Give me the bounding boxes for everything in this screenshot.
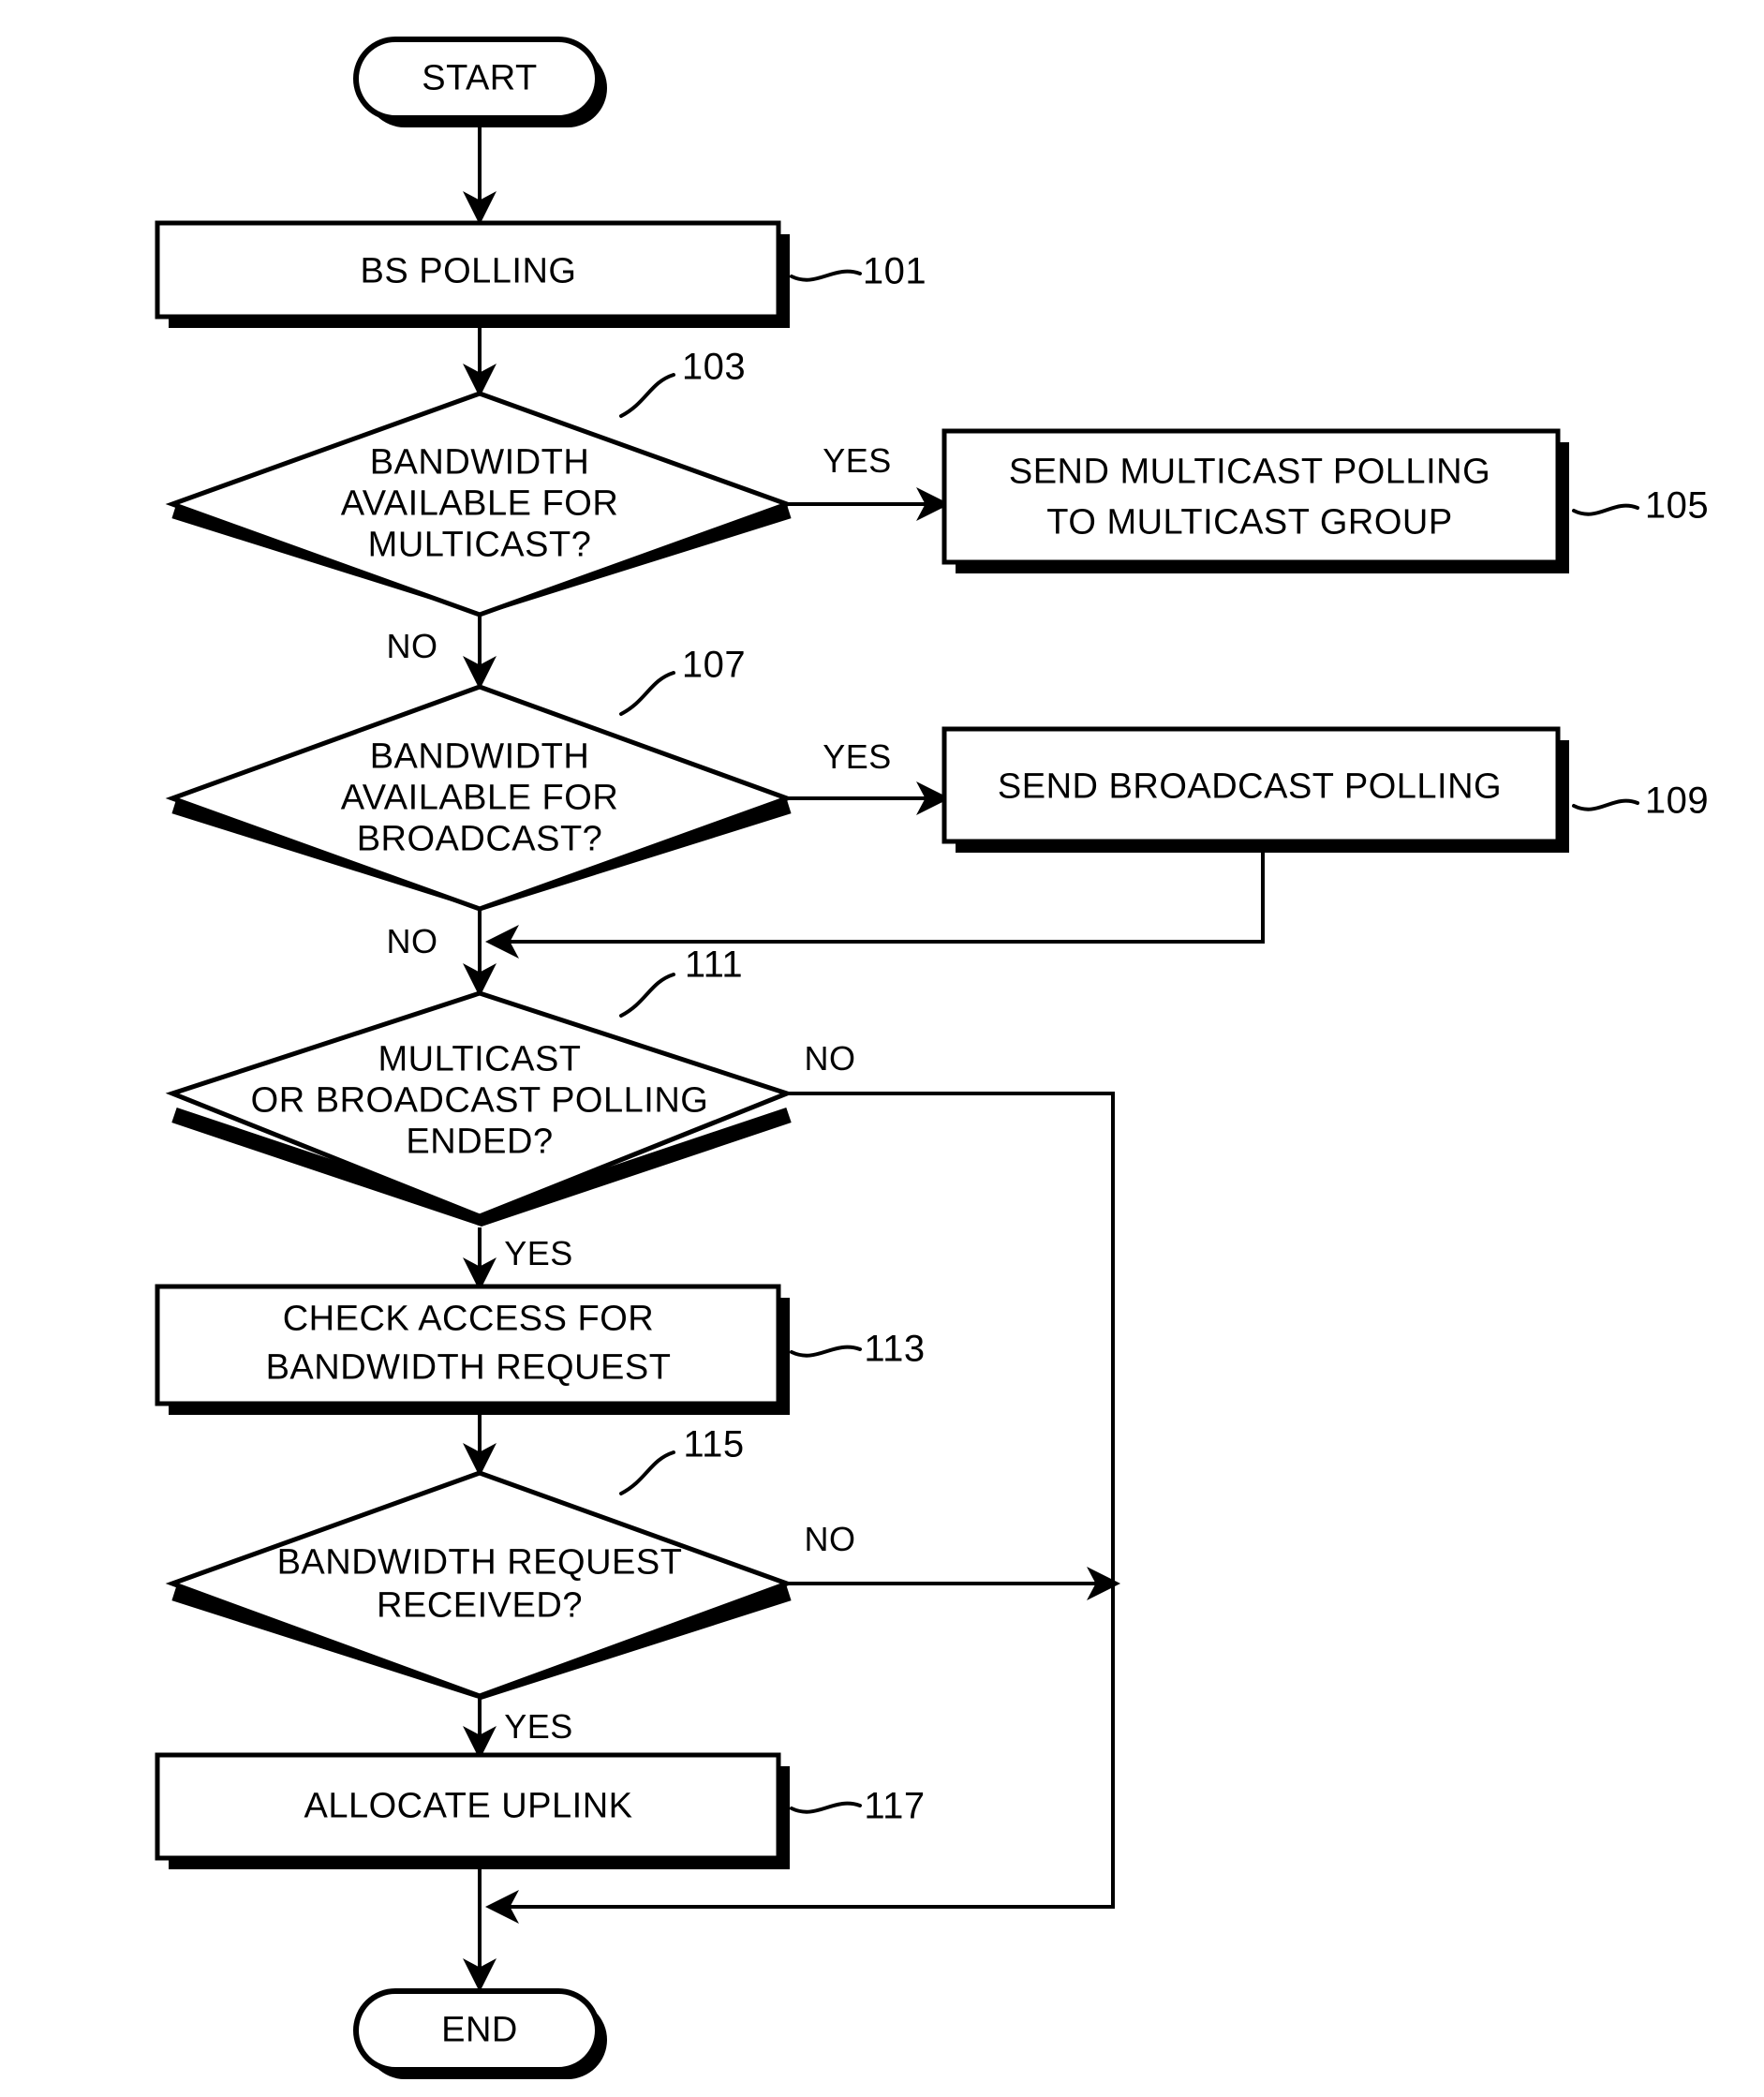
- ref-109: 109: [1644, 780, 1710, 822]
- node-outlines: [155, 37, 1561, 2073]
- branch-107-no: NO: [386, 921, 438, 960]
- branch-115-yes: YES: [504, 1706, 573, 1746]
- decision-111-line3: ENDED?: [406, 1122, 554, 1162]
- ref-117: 117: [864, 1785, 926, 1827]
- ref-101: 101: [862, 250, 927, 292]
- flowchart-canvas: START BS POLLING 101 BANDWIDTH AVAILABLE…: [0, 0, 1764, 2097]
- flowchart-graphics: [155, 37, 1639, 2079]
- ref-115: 115: [683, 1423, 745, 1465]
- decision-111-line2: OR BROADCAST POLLING: [250, 1080, 709, 1121]
- allocate-uplink-label: ALLOCATE UPLINK: [304, 1786, 633, 1826]
- start-label: START: [422, 58, 538, 98]
- decision-103-line2: AVAILABLE FOR: [340, 483, 619, 524]
- branch-107-yes: YES: [823, 736, 892, 776]
- ref-113: 113: [864, 1328, 926, 1370]
- end-label: END: [441, 2010, 518, 2050]
- check-access-line1: CHECK ACCESS FOR: [282, 1299, 655, 1339]
- ref-107: 107: [681, 644, 747, 686]
- decision-107-line3: BROADCAST?: [356, 819, 603, 859]
- branch-111-yes: YES: [504, 1233, 573, 1272]
- decision-111-line1: MULTICAST: [378, 1039, 582, 1079]
- send-multicast-line2: TO MULTICAST GROUP: [1046, 502, 1453, 543]
- ref-111: 111: [684, 944, 744, 986]
- branch-115-no: NO: [804, 1519, 856, 1558]
- bs-polling-label: BS POLLING: [360, 251, 577, 291]
- branch-103-no: NO: [386, 626, 438, 665]
- decision-103-line1: BANDWIDTH: [369, 442, 590, 483]
- decision-115-line2: RECEIVED?: [377, 1585, 583, 1626]
- check-access-line2: BANDWIDTH REQUEST: [265, 1347, 672, 1388]
- send-multicast-line1: SEND MULTICAST POLLING: [1008, 452, 1491, 492]
- decision-107-line2: AVAILABLE FOR: [340, 778, 619, 818]
- send-broadcast-label: SEND BROADCAST POLLING: [997, 766, 1503, 807]
- decision-103-line3: MULTICAST?: [367, 525, 592, 565]
- ref-103: 103: [681, 346, 747, 388]
- ref-105: 105: [1644, 484, 1710, 527]
- decision-107-line1: BANDWIDTH: [369, 736, 590, 777]
- decision-115-line1: BANDWIDTH REQUEST: [276, 1542, 683, 1583]
- branch-111-no: NO: [804, 1038, 856, 1078]
- branch-103-yes: YES: [823, 440, 892, 480]
